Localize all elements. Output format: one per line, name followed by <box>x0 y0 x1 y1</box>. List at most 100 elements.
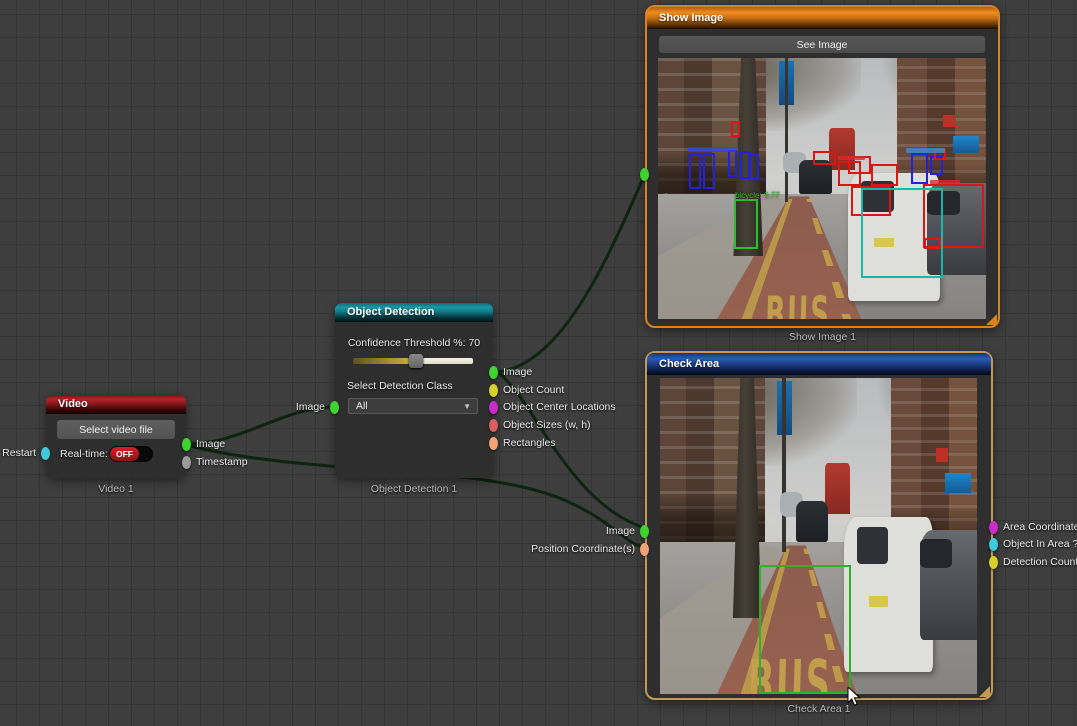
detection-box-van <box>861 188 943 278</box>
chevron-down-icon: ▼ <box>463 399 471 414</box>
check-area-preview[interactable]: BUS <box>660 378 977 694</box>
resize-handle[interactable] <box>986 314 997 325</box>
object-detection-node-title: Object Detection <box>347 306 434 318</box>
position-coordinates-dot[interactable] <box>640 543 649 556</box>
detection-box-person <box>911 153 928 184</box>
detection-box-bicycle <box>734 199 758 249</box>
slider-thumb[interactable] <box>409 354 423 368</box>
node-object-detection[interactable]: Object Detection Confidence Threshold %:… <box>335 303 493 478</box>
detection-box-person <box>728 150 737 177</box>
detection-text-smudge <box>930 180 960 184</box>
scene-sign-blue <box>945 473 970 494</box>
scene-van-plate <box>869 596 888 607</box>
select-class-label: Select Detection Class <box>347 380 453 392</box>
restart-port-dot[interactable] <box>41 447 50 460</box>
see-image-button[interactable]: See Image <box>659 36 985 53</box>
port-object-sizes-out[interactable]: Object Sizes (w, h) <box>489 419 498 432</box>
port-video-timestamp-out[interactable]: Timestamp <box>182 456 191 469</box>
port-area-coordinates-out[interactable]: Area Coordinates <box>989 521 998 534</box>
detection-count-label: Detection Count <box>1003 556 1077 569</box>
confidence-threshold-slider[interactable] <box>353 357 473 365</box>
image-port-label: Image <box>196 438 225 451</box>
object-detection-node-caption: Object Detection 1 <box>335 483 493 495</box>
detection-image-in-label: Image <box>296 401 325 414</box>
check-area-selection-rect[interactable] <box>759 565 851 694</box>
area-coordinates-dot[interactable] <box>989 521 998 534</box>
scene-bus-road-marking: BUS <box>765 288 832 319</box>
video-node-title: Video <box>58 398 88 410</box>
scene-sign-red <box>936 448 949 462</box>
object-in-area-dot[interactable] <box>989 538 998 551</box>
restart-port-label: Restart <box>2 447 36 460</box>
timestamp-port-dot[interactable] <box>182 456 191 469</box>
detection-image-out-label: Image <box>503 366 532 379</box>
node-check-area[interactable]: Check Area <box>645 351 993 700</box>
port-show-image-in[interactable] <box>640 168 649 181</box>
object-centers-dot[interactable] <box>489 401 498 414</box>
realtime-label: Real-time: <box>60 448 108 460</box>
port-object-in-area-out[interactable]: Object In Area ? <box>989 538 998 551</box>
detection-count-dot[interactable] <box>989 556 998 569</box>
scene-dark-car <box>799 160 832 194</box>
slider-track-empty[interactable] <box>421 358 473 364</box>
resize-handle[interactable] <box>979 686 990 697</box>
check-area-image-in-dot[interactable] <box>640 525 649 538</box>
port-detection-image-out[interactable]: Image <box>489 366 498 379</box>
port-detection-image-in[interactable]: Image <box>330 401 339 414</box>
image-port-dot[interactable] <box>182 438 191 451</box>
detection-text-smudge <box>906 148 945 153</box>
scene-dark-car <box>796 501 828 542</box>
scene-gray-car-window <box>920 539 952 567</box>
scene-red-bus <box>825 463 850 514</box>
realtime-toggle[interactable]: OFF <box>109 446 153 462</box>
detection-image-out-dot[interactable] <box>489 366 498 379</box>
detection-image-in-dot[interactable] <box>330 401 339 414</box>
scene-sign-red <box>943 115 956 127</box>
object-centers-label: Object Center Locations <box>503 401 616 414</box>
show-image-node-caption: Show Image 1 <box>647 331 998 343</box>
port-detection-count-out[interactable]: Detection Count <box>989 556 998 569</box>
node-show-image[interactable]: Show Image See Image <box>645 5 1000 328</box>
scene-van-window <box>857 527 889 565</box>
detection-class-value: All <box>356 400 368 412</box>
detection-box-vehicle <box>871 164 898 186</box>
detection-box-person <box>703 153 715 189</box>
show-image-in-dot[interactable] <box>640 168 649 181</box>
realtime-toggle-state: OFF <box>110 447 139 461</box>
rectangles-label: Rectangles <box>503 437 556 450</box>
object-sizes-dot[interactable] <box>489 419 498 432</box>
node-editor-canvas[interactable]: Video Select video file Real-time: OFF R… <box>0 0 1077 726</box>
check-area-node-header[interactable]: Check Area <box>647 353 991 375</box>
wire-detection-to-showimage <box>497 174 645 372</box>
detection-box-vehicle <box>813 151 836 165</box>
port-position-coordinates-in[interactable]: Position Coordinate(s) <box>640 543 649 556</box>
port-video-image-out[interactable]: Image <box>182 438 191 451</box>
node-video[interactable]: Video Select video file Real-time: OFF R… <box>46 395 186 478</box>
object-detection-node-header[interactable]: Object Detection <box>335 303 493 322</box>
object-count-dot[interactable] <box>489 384 498 397</box>
object-in-area-label: Object In Area ? <box>1003 538 1077 551</box>
area-coordinates-label: Area Coordinates <box>1003 521 1077 534</box>
detection-box-person <box>689 153 701 189</box>
timestamp-port-label: Timestamp <box>196 456 248 469</box>
port-video-restart[interactable]: Restart <box>41 447 50 460</box>
check-area-node-title: Check Area <box>659 358 719 370</box>
select-video-file-button[interactable]: Select video file <box>57 420 175 439</box>
port-object-centers-out[interactable]: Object Center Locations <box>489 401 498 414</box>
video-node-header[interactable]: Video <box>46 395 186 414</box>
detection-class-dropdown[interactable]: All ▼ <box>348 398 478 414</box>
rectangles-dot[interactable] <box>489 437 498 450</box>
mouse-cursor <box>847 687 863 709</box>
scene-sign-blue <box>953 136 979 153</box>
port-check-area-image-in[interactable]: Image <box>640 525 649 538</box>
position-coordinates-label: Position Coordinate(s) <box>531 543 635 556</box>
scene-pole <box>785 58 788 202</box>
object-sizes-label: Object Sizes (w, h) <box>503 419 591 432</box>
port-rectangles-out[interactable]: Rectangles <box>489 437 498 450</box>
video-node-caption: Video 1 <box>46 483 186 495</box>
check-area-image-in-label: Image <box>606 525 635 538</box>
detection-box-person <box>749 154 759 179</box>
port-object-count-out[interactable]: Object Count <box>489 384 498 397</box>
show-image-node-header[interactable]: Show Image <box>647 7 998 29</box>
bicycle-detection-label: bicycle: 0.77 <box>735 191 779 200</box>
